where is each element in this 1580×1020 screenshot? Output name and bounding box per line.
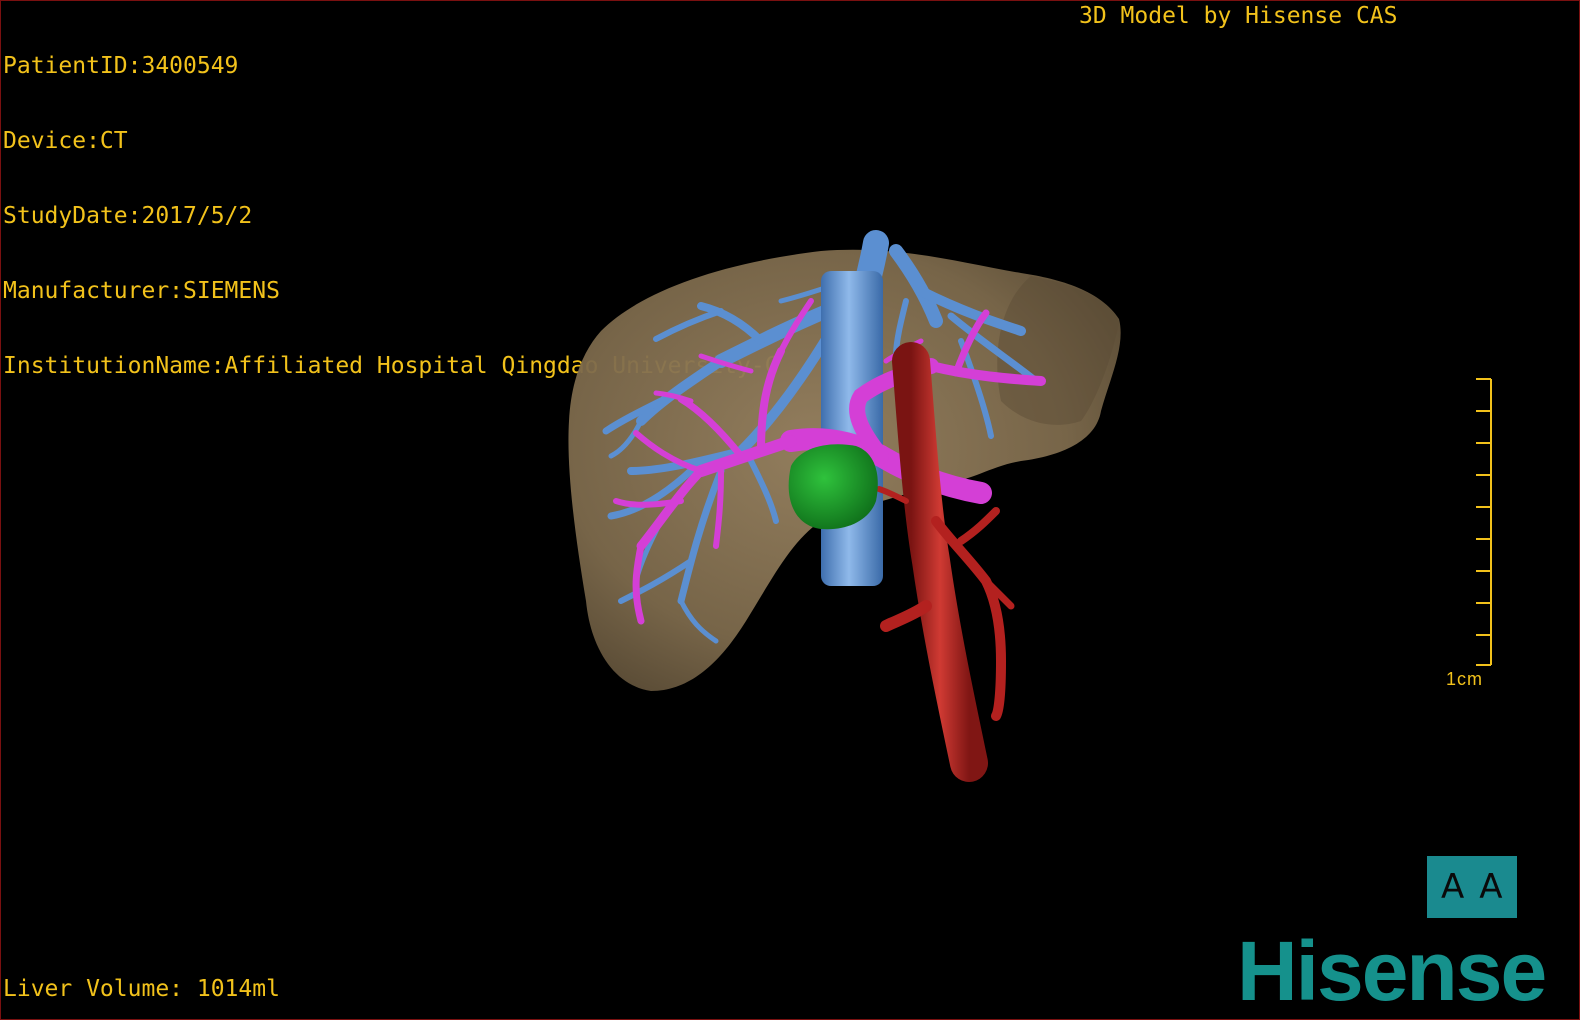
orientation-left-face: A xyxy=(1441,867,1465,907)
inferior-vena-cava[interactable] xyxy=(821,271,883,586)
liver-3d-model[interactable] xyxy=(1,1,1580,1020)
orientation-cube[interactable]: A A xyxy=(1427,856,1517,918)
orientation-right-face: A xyxy=(1479,867,1503,907)
tumor-lesion[interactable] xyxy=(788,444,878,530)
hisense-logo: Hisense xyxy=(1237,924,1547,1018)
liver-volume-text: Liver Volume: 1014ml xyxy=(3,976,280,1002)
3d-viewport[interactable]: PatientID:3400549 Device:CT StudyDate:20… xyxy=(0,0,1580,1020)
scale-label: 1cm xyxy=(1446,669,1484,689)
scale-bar xyxy=(1476,378,1492,666)
